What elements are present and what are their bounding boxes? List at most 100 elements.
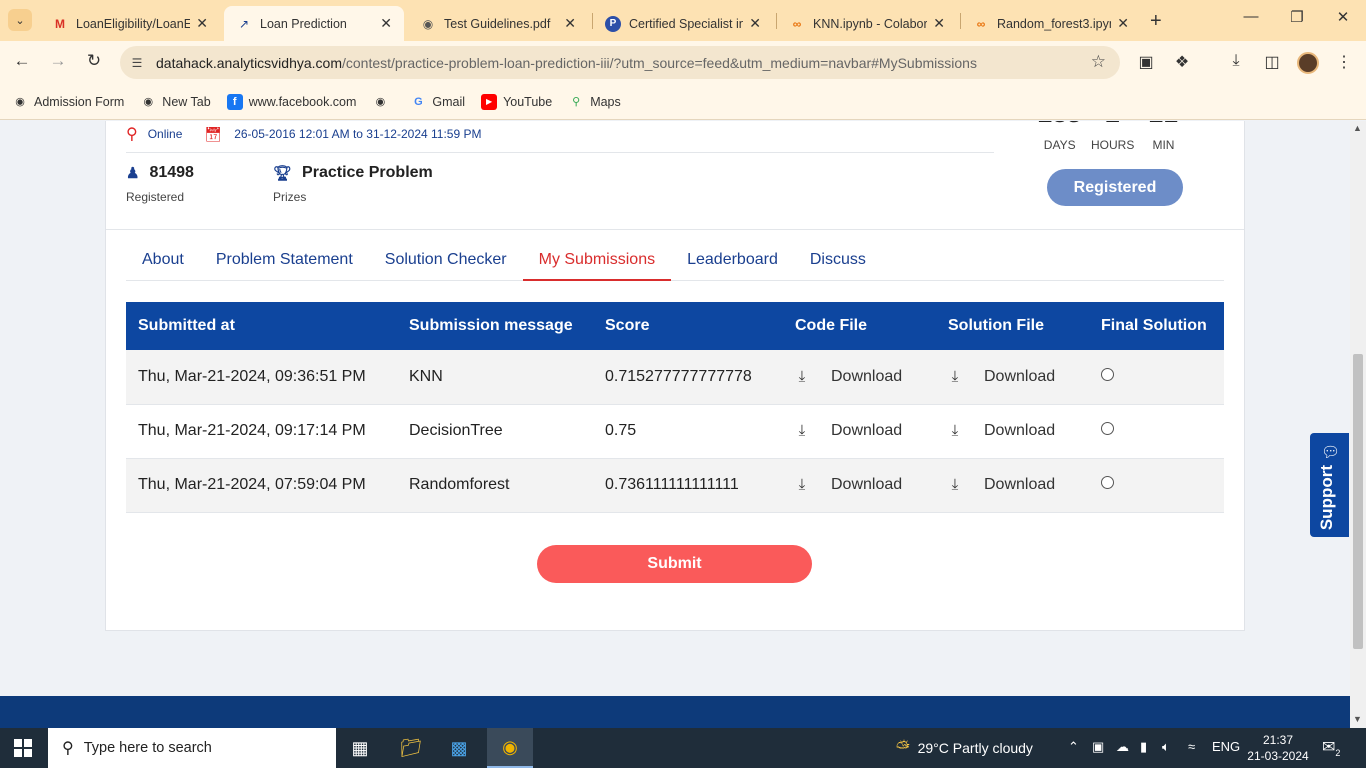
network-status-icon[interactable]: ☁ xyxy=(1116,739,1129,755)
page-scrollbar[interactable]: ▲ ▼ xyxy=(1350,121,1366,728)
final-solution-radio[interactable] xyxy=(1101,476,1114,489)
wifi-icon[interactable]: ≈ xyxy=(1188,739,1195,754)
contest-meta: ⚲ Online 📅︎ 26-05-2016 12:01 AM to 31-12… xyxy=(126,124,481,144)
bookmark-youtube[interactable]: ▶ YouTube xyxy=(481,93,552,110)
tab-leaderboard[interactable]: Leaderboard xyxy=(671,240,794,281)
header-submission-message: Submission message xyxy=(397,302,593,350)
download-icon: ⤓ xyxy=(798,422,806,440)
registered-button[interactable]: Registered xyxy=(1047,169,1183,206)
close-icon[interactable]: ✕ xyxy=(380,15,392,32)
solution-file-download-link[interactable]: ⤓ Download xyxy=(948,368,1055,386)
submit-button[interactable]: Submit xyxy=(537,545,812,583)
close-icon[interactable]: ✕ xyxy=(196,15,208,32)
profile-avatar[interactable] xyxy=(1297,52,1319,74)
address-bar[interactable]: ☰ datahack.analyticsvidhya.com/contest/p… xyxy=(120,46,1120,79)
url-text: datahack.analyticsvidhya.com/contest/pra… xyxy=(156,54,977,71)
browser-tab-knn-colab[interactable]: ∞ KNN.ipynb - Colabor ✕ xyxy=(777,6,957,41)
weather-widget[interactable]: ⛅︎ 29°C Partly cloudy xyxy=(896,738,1033,758)
header-code-file: Code File xyxy=(783,302,936,350)
windows-start-icon[interactable] xyxy=(14,739,32,757)
final-solution-radio[interactable] xyxy=(1101,367,1114,381)
support-button[interactable]: 💬︎ Support xyxy=(1310,433,1349,537)
google-icon: G xyxy=(414,95,423,108)
close-icon[interactable]: ✕ xyxy=(933,15,945,32)
menu-kebab-icon[interactable]: ⋮ xyxy=(1333,52,1355,72)
solution-file-download-link[interactable]: ⤓ Download xyxy=(948,422,1055,440)
file-explorer-icon[interactable]: 📁︎ xyxy=(388,728,434,768)
tab-problem-statement[interactable]: Problem Statement xyxy=(200,240,369,281)
countdown-min: 21 MIN xyxy=(1149,121,1178,152)
forward-button[interactable]: → xyxy=(46,51,70,71)
page-footer xyxy=(0,696,1350,728)
back-button[interactable]: ← xyxy=(10,51,34,71)
browser-tab-strip: ⌄ M LoanEligibility/LoanEl ✕ ↗ Loan Pred… xyxy=(0,0,1366,41)
chrome-icon[interactable]: ◉ xyxy=(487,728,533,768)
code-file-download-link[interactable]: ⤓ Download xyxy=(795,368,902,386)
meet-now-icon[interactable]: ▣ xyxy=(1092,739,1104,755)
cell-score: 0.75 xyxy=(593,404,783,459)
location-pin-icon: ⚲ xyxy=(126,126,138,143)
close-icon[interactable]: ✕ xyxy=(1117,15,1129,32)
header-score: Score xyxy=(593,302,783,350)
solution-file-download-link[interactable]: ⤓ Download xyxy=(948,476,1055,494)
notification-center-icon[interactable]: ✉2 xyxy=(1322,737,1340,758)
bookmark-star-icon[interactable]: ☆ xyxy=(1091,52,1106,72)
browser-tab-test-guidelines[interactable]: ◉ Test Guidelines.pdf ✕ xyxy=(408,6,588,41)
download-icon[interactable]: ⤓ xyxy=(1225,52,1247,70)
minimize-button[interactable]: — xyxy=(1228,8,1274,25)
chat-bubble-icon: 💬︎ xyxy=(1321,444,1341,461)
browser-tab-loan-prediction[interactable]: ↗ Loan Prediction ✕ xyxy=(224,6,404,41)
microsoft-store-icon[interactable]: ▩ xyxy=(436,728,482,768)
bookmark-maps[interactable]: ⚲ Maps xyxy=(568,94,621,110)
tab-my-submissions[interactable]: My Submissions xyxy=(522,240,672,281)
new-tab-button[interactable]: + xyxy=(1150,10,1162,33)
browser-tab-random-forest-colab[interactable]: ∞ Random_forest3.ipyn ✕ xyxy=(961,6,1141,41)
contest-dates: 26-05-2016 12:01 AM to 31-12-2024 11:59 … xyxy=(234,127,482,141)
bookmark-new-tab[interactable]: ◉ New Tab xyxy=(140,94,210,110)
bookmark-gmail[interactable]: G Gmail xyxy=(410,94,465,110)
task-view-icon[interactable]: ▦ xyxy=(337,728,383,768)
scroll-down-icon[interactable]: ▼ xyxy=(1353,714,1362,724)
final-solution-radio[interactable] xyxy=(1101,422,1114,435)
bookmark-facebook[interactable]: f www.facebook.com xyxy=(226,93,356,110)
close-icon[interactable]: ✕ xyxy=(564,15,576,32)
tab-search-button[interactable]: ⌄ xyxy=(8,9,32,31)
close-window-button[interactable]: ✕ xyxy=(1320,8,1366,26)
reload-button[interactable]: ↻ xyxy=(82,51,106,71)
trophy-icon: 🏆︎ xyxy=(273,165,293,182)
restore-button[interactable]: ❐ xyxy=(1274,8,1320,26)
picture-in-picture-icon[interactable]: ▣ xyxy=(1135,52,1157,72)
download-icon: ⤓ xyxy=(951,368,959,385)
tab-about[interactable]: About xyxy=(126,240,200,281)
language-indicator[interactable]: ENG xyxy=(1212,739,1240,754)
code-file-download-link[interactable]: ⤓ Download xyxy=(795,476,902,494)
battery-icon[interactable]: ▮ xyxy=(1140,739,1147,755)
page-viewport: ⚲ Online 📅︎ 26-05-2016 12:01 AM to 31-12… xyxy=(0,121,1350,728)
side-panel-icon[interactable]: ◫ xyxy=(1261,52,1283,72)
close-icon[interactable]: ✕ xyxy=(749,15,761,32)
chevron-up-icon[interactable]: ⌃ xyxy=(1068,739,1079,755)
bookmark-admission-form[interactable]: ◉ Admission Form xyxy=(12,94,124,110)
colab-icon: ∞ xyxy=(792,16,802,31)
extensions-icon[interactable]: ❖ xyxy=(1171,52,1193,72)
bookmark-globe[interactable]: ◉ xyxy=(372,94,394,110)
tab-solution-checker[interactable]: Solution Checker xyxy=(369,240,523,281)
volume-icon[interactable]: 🔈︎ xyxy=(1162,739,1170,755)
browser-toolbar: ← → ↻ ☰ datahack.analyticsvidhya.com/con… xyxy=(0,41,1366,84)
browser-tab-gmail[interactable]: M LoanEligibility/LoanEl ✕ xyxy=(40,6,220,41)
site-info-icon[interactable]: ☰ xyxy=(126,52,148,74)
table-header-row: Submitted at Submission message Score Co… xyxy=(126,302,1224,350)
taskbar-search-box[interactable]: ⚲ Type here to search xyxy=(48,728,336,768)
maps-icon: ⚲ xyxy=(572,96,581,108)
code-file-download-link[interactable]: ⤓ Download xyxy=(795,422,902,440)
taskbar-clock[interactable]: 21:37 21-03-2024 xyxy=(1240,732,1316,764)
registered-count: 81498 xyxy=(149,164,194,181)
tab-discuss[interactable]: Discuss xyxy=(794,240,882,281)
scroll-up-icon[interactable]: ▲ xyxy=(1353,123,1362,133)
cell-message: KNN xyxy=(397,350,593,405)
prize-label: Prizes xyxy=(273,190,307,204)
browser-tab-certified-specialist[interactable]: P Certified Specialist in ✕ xyxy=(593,6,773,41)
scrollbar-thumb[interactable] xyxy=(1353,354,1363,649)
cell-submitted-at: Thu, Mar-21-2024, 09:17:14 PM xyxy=(126,404,397,459)
table-row: Thu, Mar-21-2024, 07:59:04 PM Randomfore… xyxy=(126,458,1224,513)
